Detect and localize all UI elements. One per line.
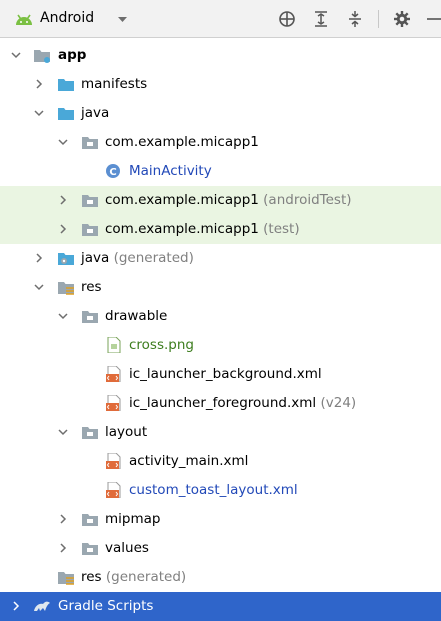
tree-item-label: app <box>58 47 87 63</box>
folder-icon <box>57 105 75 121</box>
chevron-right-icon[interactable] <box>33 78 45 90</box>
xml-file-icon <box>105 394 123 412</box>
tree-item-package-android-test[interactable]: com.example.micapp1 (androidTest) <box>0 186 441 215</box>
package-icon <box>81 192 99 208</box>
chevron-down-icon[interactable] <box>57 310 69 322</box>
tree-item-suffix: (v24) <box>320 395 357 411</box>
tree-item-ic-launcher-background[interactable]: ic_launcher_background.xml <box>0 360 441 389</box>
class-icon: C <box>105 163 123 179</box>
gradle-icon <box>33 598 51 614</box>
tree-item-label: manifests <box>81 76 148 92</box>
locate-icon[interactable] <box>277 9 297 29</box>
xml-file-icon <box>105 452 123 470</box>
tree-item-cross-png[interactable]: cross.png <box>0 331 441 360</box>
tree-item-label: ic_launcher_background.xml <box>129 366 322 382</box>
tree-item-label: values <box>105 540 149 556</box>
resource-folder-icon <box>57 279 75 295</box>
tree-item-res[interactable]: res <box>0 273 441 302</box>
image-file-icon <box>105 336 123 354</box>
dropdown-icon[interactable] <box>117 13 128 29</box>
tree-item-java-generated[interactable]: java (generated) <box>0 244 441 273</box>
tree-item-package-main[interactable]: com.example.micapp1 <box>0 128 441 157</box>
tree-item-drawable[interactable]: drawable <box>0 302 441 331</box>
xml-file-icon <box>105 365 123 383</box>
tree-item-ic-launcher-foreground[interactable]: ic_launcher_foreground.xml (v24) <box>0 389 441 418</box>
chevron-right-icon[interactable] <box>10 600 22 612</box>
tree-item-suffix: (test) <box>263 221 300 237</box>
chevron-right-icon[interactable] <box>33 252 45 264</box>
chevron-right-icon[interactable] <box>57 513 69 525</box>
tree-item-suffix: (generated) <box>113 250 194 266</box>
tree-item-label: java (generated) <box>81 250 194 266</box>
tree-item-package-test[interactable]: com.example.micapp1 (test) <box>0 215 441 244</box>
android-icon <box>14 12 34 30</box>
package-icon <box>81 134 99 150</box>
tree-item-manifests[interactable]: manifests <box>0 70 441 99</box>
tree-item-activity-main[interactable]: activity_main.xml <box>0 447 441 476</box>
collapse-all-icon[interactable] <box>345 9 365 29</box>
tree-item-label: cross.png <box>129 337 194 353</box>
svg-text:C: C <box>109 167 116 178</box>
tree-item-custom-toast-layout[interactable]: custom_toast_layout.xml <box>0 476 441 505</box>
tree-item-label: activity_main.xml <box>129 453 249 469</box>
tree-item-label: res (generated) <box>81 569 187 585</box>
tree-item-label: mipmap <box>105 511 161 527</box>
folder-icon <box>81 424 99 440</box>
tree-item-label: java <box>81 105 110 121</box>
chevron-right-icon[interactable] <box>57 223 69 235</box>
tree-item-label: com.example.micapp1 <box>105 134 259 150</box>
tree-item-java[interactable]: java <box>0 99 441 128</box>
tree-item-label: drawable <box>105 308 168 324</box>
tree-item-label: MainActivity <box>129 163 212 179</box>
tree-item-app[interactable]: app <box>0 41 441 70</box>
tree-item-suffix: (androidTest) <box>263 192 352 208</box>
generated-folder-icon <box>57 250 75 266</box>
tree-item-label: layout <box>105 424 148 440</box>
tree-item-layout[interactable]: layout <box>0 418 441 447</box>
tree-item-suffix: (generated) <box>105 569 187 585</box>
folder-icon <box>81 308 99 324</box>
tree-item-label: custom_toast_layout.xml <box>129 482 298 498</box>
tree-item-label: com.example.micapp1 (androidTest) <box>105 192 352 208</box>
hide-icon[interactable] <box>425 9 441 29</box>
chevron-down-icon[interactable] <box>10 49 22 61</box>
project-toolbar: Android <box>0 0 441 38</box>
chevron-down-icon[interactable] <box>33 281 45 293</box>
tree-item-mipmap[interactable]: mipmap <box>0 505 441 534</box>
tree-item-main-activity[interactable]: C MainActivity <box>0 157 441 186</box>
xml-file-icon <box>105 481 123 499</box>
tree-item-label: Gradle Scripts <box>58 598 154 614</box>
folder-icon <box>81 540 99 556</box>
chevron-right-icon[interactable] <box>57 194 69 206</box>
chevron-down-icon[interactable] <box>57 426 69 438</box>
tree-item-res-generated[interactable]: res (generated) <box>0 563 441 592</box>
package-icon <box>81 221 99 237</box>
expand-all-icon[interactable] <box>311 9 331 29</box>
chevron-down-icon[interactable] <box>57 136 69 148</box>
tree-item-label: res <box>81 279 102 295</box>
tree-item-gradle-scripts[interactable]: Gradle Scripts <box>0 592 441 621</box>
toolbar-separator <box>378 10 379 28</box>
folder-icon <box>81 511 99 527</box>
tree-item-label: ic_launcher_foreground.xml (v24) <box>129 395 357 411</box>
folder-icon <box>57 76 75 92</box>
project-view-title[interactable]: Android <box>40 10 94 26</box>
tree-item-label: com.example.micapp1 (test) <box>105 221 300 237</box>
chevron-down-icon[interactable] <box>33 107 45 119</box>
resource-folder-icon <box>57 569 75 585</box>
tree-item-values[interactable]: values <box>0 534 441 563</box>
chevron-right-icon[interactable] <box>57 542 69 554</box>
gear-icon[interactable] <box>392 9 412 29</box>
module-folder-icon <box>33 47 51 63</box>
